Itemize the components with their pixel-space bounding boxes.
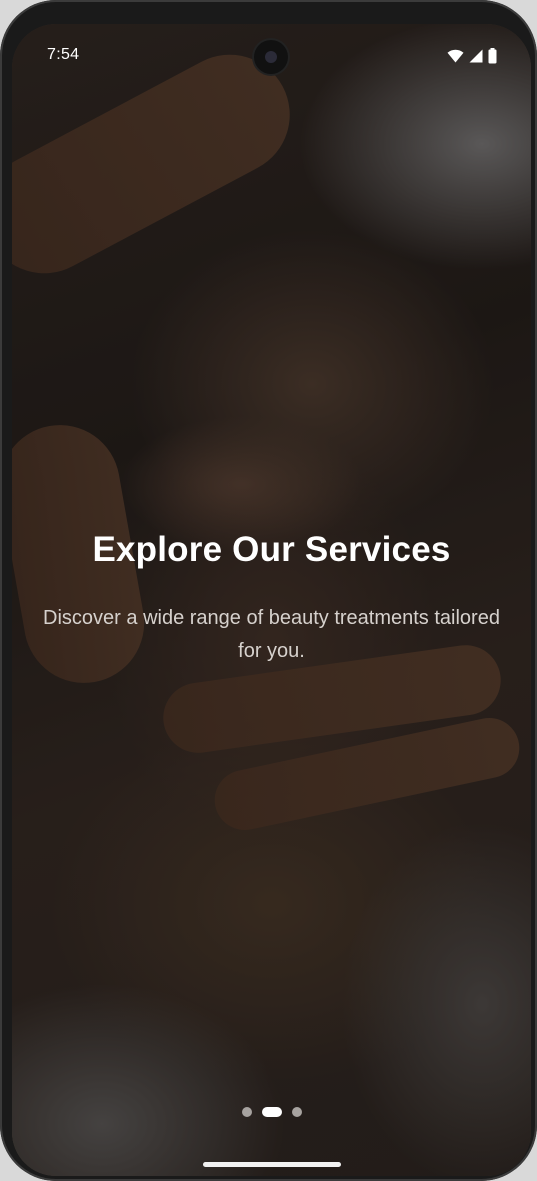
onboarding-subtitle: Discover a wide range of beauty treatmen… [43, 607, 500, 662]
page-dot-2-active[interactable] [261, 1107, 282, 1117]
onboarding-title: Explore Our Services [92, 530, 451, 569]
front-camera [254, 40, 288, 74]
page-dot-3[interactable] [291, 1107, 302, 1117]
status-time: 7:54 [47, 46, 80, 63]
home-gesture-bar[interactable] [203, 1162, 341, 1167]
status-bar: 7:54 [12, 24, 531, 84]
status-icons [447, 48, 497, 69]
wifi-icon [447, 49, 464, 68]
phone-frame: 7:54 Explore Our Services Discover a wid… [0, 0, 537, 1181]
onboarding-screen[interactable]: 7:54 Explore Our Services Discover a wid… [12, 24, 531, 1176]
page-indicator[interactable] [12, 1107, 531, 1117]
battery-icon [488, 48, 497, 69]
dark-overlay [12, 24, 531, 1176]
cellular-signal-icon [469, 49, 483, 68]
page-dot-1[interactable] [241, 1107, 252, 1117]
